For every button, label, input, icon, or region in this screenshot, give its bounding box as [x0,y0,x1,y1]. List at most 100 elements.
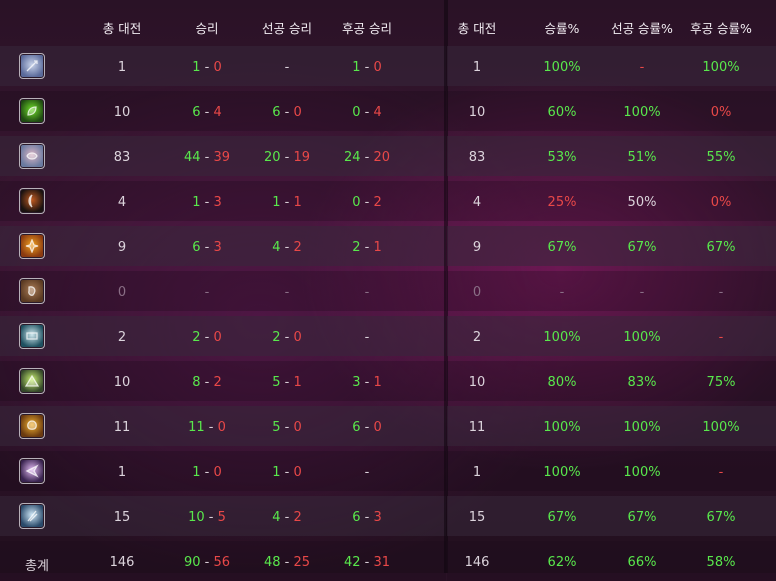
separator: - [360,195,374,210]
matchup-row[interactable]: 96 - 34 - 22 - 1 [0,226,446,266]
matchup-row[interactable]: 10 8 - 2 5 - 1 3 - 1 [0,361,446,401]
first-turn-winrate: 67% [627,510,657,525]
first-turn-winrate: - [639,285,645,300]
winrate-row[interactable]: 15 67% 67% 67% [447,496,776,536]
separator: - [204,420,218,435]
first-turn-record: - [284,285,290,300]
second-turn-record: 1 - 0 [352,60,382,75]
first-turn-winrate: 50% [627,195,657,210]
matchup-row[interactable]: 15 10 - 5 4 - 2 6 - 3 [0,496,446,536]
winrate-row[interactable]: 1 100% 100% - [447,451,776,491]
second-turn-winrate: 0% [710,195,732,210]
total-games: 15 [468,510,486,525]
winrate-row[interactable]: 11 100% 100% 100% [447,406,776,446]
loss-count: 0 [293,105,302,120]
frost-mage-hero-icon[interactable] [19,503,45,529]
warrior-hero-icon[interactable] [19,233,45,259]
loss-count: 2 [293,240,302,255]
win-count: 10 [188,510,205,525]
win-loss-record: 1 - 0 [192,465,222,480]
header-first-winrate: 선공 승률% [611,21,673,36]
demon-hunter-hero-icon[interactable] [19,458,45,484]
win-loss-record: 2 - 0 [192,330,222,345]
rogue-hero-icon[interactable] [19,188,45,214]
loss-count: 1 [373,240,382,255]
loss-count: 39 [213,150,231,165]
druid-hero-icon[interactable] [19,143,45,169]
matchup-row[interactable]: 10 6 - 46 - 00 - 4 [0,91,446,131]
separator: - [200,105,214,120]
mage-hero-icon[interactable] [19,53,45,79]
first-turn-record: 5 - 1 [272,375,302,390]
winrate-row[interactable]: 83 53% 51% 55% [447,136,776,176]
winrate-row[interactable]: 2 100% 100% - [447,316,776,356]
matchup-row[interactable]: 0 - - - [0,271,446,311]
winrate-row[interactable]: 10 80% 83% 75% [447,361,776,401]
first-turn-winrate: 100% [623,105,661,120]
second-turn-winrate: 100% [702,60,740,75]
winrate-row[interactable]: 10 60% 100% 0% [447,91,776,131]
total-games: 83 [113,150,131,165]
separator: - [200,465,214,480]
matchup-row[interactable]: 11 - 01 - 0- [0,451,446,491]
loss-count: 3 [373,510,382,525]
matchup-row[interactable]: 22 - 02 - 0- [0,316,446,356]
matchup-row[interactable]: 11 11 - 05 - 06 - 0 [0,406,446,446]
second-turn-record: 6 - 3 [352,510,382,525]
win-loss-record: 1 - 0 [192,60,222,75]
total-games: 15 [113,510,131,525]
loss-count: 0 [217,420,226,435]
winrate-value: 25% [547,195,577,210]
second-turn-winrate: 67% [706,240,736,255]
matchup-stats-panel: 총 대전 승리 선공 승리 후공 승리 11 - 0-1 - 0 10 6 - 46… [0,0,446,581]
win-count: 48 [263,555,281,570]
second-turn-winrate: 100% [702,420,740,435]
header-second-wins: 후공 승리 [342,21,392,36]
first-turn-record: 2 - 0 [272,330,302,345]
separator: - [280,420,294,435]
win-loss-record: 90 - 56 [184,555,230,570]
separator: - [360,420,374,435]
loss-count: 0 [293,420,302,435]
winrate-value: - [559,285,565,300]
separator: - [360,150,374,165]
loss-count: 31 [373,555,391,570]
loss-count: 0 [213,330,222,345]
separator: - [280,330,294,345]
priest-hero-icon[interactable] [19,368,45,394]
loss-count: 0 [373,420,382,435]
winrate-row[interactable]: 4 25% 50% 0% [447,181,776,221]
win-count: 11 [188,420,205,435]
first-turn-winrate: 83% [627,375,657,390]
winrate-value: 100% [543,330,581,345]
first-turn-winrate: 66% [627,555,657,570]
loss-count: 0 [293,465,302,480]
paladin-hero-icon[interactable] [19,323,45,349]
warlock-hero-icon[interactable] [19,413,45,439]
winrate-row[interactable]: 9 67% 67% 67% [447,226,776,266]
total-games: 10 [113,375,131,390]
first-turn-winrate: 100% [623,330,661,345]
shaman-hero-icon[interactable] [19,278,45,304]
second-turn-winrate: - [718,330,724,345]
header-total-games-right: 총 대전 [457,21,497,36]
winrate-row[interactable]: 0 - - - [447,271,776,311]
total-games: 2 [117,330,127,345]
total-games: 4 [117,195,127,210]
winrate-row[interactable]: 1 100% - 100% [447,46,776,86]
warlock-hero-glyph [27,420,37,430]
win-count: 42 [343,555,361,570]
header-total-games: 총 대전 [102,21,142,36]
win-loss-record: 10 - 5 [188,510,226,525]
matchup-row[interactable]: 83 44 - 39 20 - 19 24 - 20 [0,136,446,176]
separator: - [360,510,374,525]
loss-count: 1 [293,375,302,390]
win-count: 90 [183,555,201,570]
matchup-row[interactable]: 11 - 0-1 - 0 [0,46,446,86]
matchup-row[interactable]: 4 1 - 3 1 - 1 0 - 2 [0,181,446,221]
first-turn-winrate: 100% [623,465,661,480]
total-games: 146 [109,555,135,570]
first-turn-record: 6 - 0 [272,105,302,120]
loss-count: 4 [373,105,382,120]
hunter-hero-icon[interactable] [19,98,45,124]
